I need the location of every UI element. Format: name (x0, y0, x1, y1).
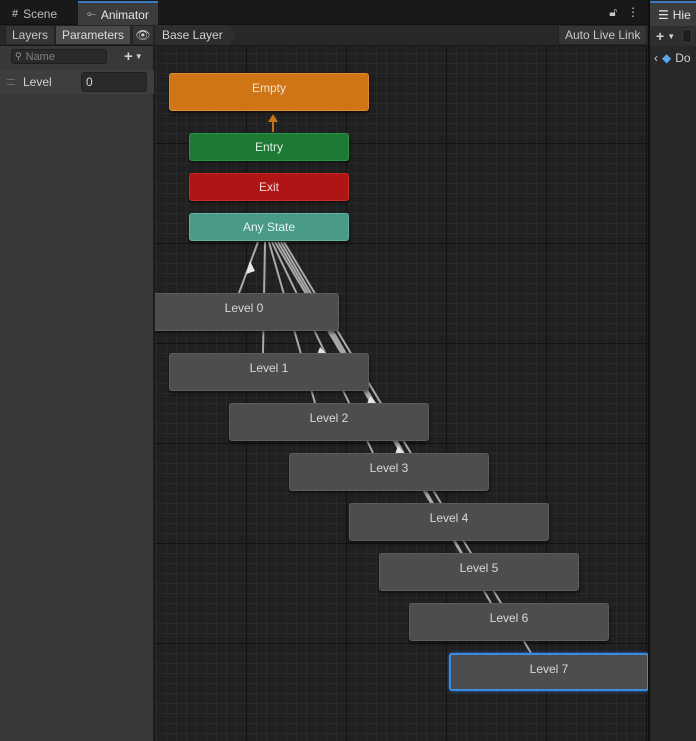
parameter-value-field[interactable]: 0 (81, 72, 147, 92)
eye-icon: 👁︎ (135, 28, 151, 42)
animator-icon: ⟜ (87, 8, 96, 20)
tab-scene-label: Scene (23, 6, 58, 21)
chevron-left-icon[interactable]: ‹ (654, 51, 658, 65)
window-tab-bar: # Scene ⟜ Animator 🔓︎ ⋮ (0, 0, 649, 26)
search-icon: ⚲ (15, 51, 22, 61)
tab-scene[interactable]: # Scene (3, 2, 66, 25)
tab-hierarchy[interactable]: ☰ Hie (650, 1, 696, 26)
state-node-level-6[interactable]: Level 6 (409, 603, 609, 641)
lock-icon[interactable]: 🔓︎ (609, 5, 617, 20)
tab-hierarchy-label: Hie (672, 7, 691, 22)
animator-toolbar: Layers Parameters 👁︎ Base Layer Auto Liv… (0, 25, 649, 46)
state-node-exit[interactable]: Exit (189, 173, 349, 201)
kebab-menu-icon[interactable]: ⋮ (627, 5, 639, 20)
search-placeholder: Name (25, 50, 55, 63)
hierarchy-panel: ☰ Hie + ▼ ‹ ◆ Do (650, 0, 696, 741)
layers-button[interactable]: Layers (5, 25, 56, 45)
tab-tools: 🔓︎ ⋮ (609, 5, 639, 20)
tab-animator[interactable]: ⟜ Animator (78, 1, 158, 26)
entry-to-empty-arrow (268, 114, 278, 132)
state-node-level-0[interactable]: Level 0 (155, 293, 339, 331)
grid-icon: # (12, 7, 19, 20)
state-node-entry[interactable]: Entry (189, 133, 349, 161)
state-node-level-1[interactable]: Level 1 (169, 353, 369, 391)
hierarchy-toolbar: + ▼ (650, 26, 696, 46)
hierarchy-row-label: Do (675, 51, 691, 65)
add-object-button[interactable]: + (656, 28, 664, 44)
parameters-button[interactable]: Parameters (55, 25, 132, 45)
state-node-empty[interactable]: Empty (169, 73, 369, 111)
add-parameter-button[interactable]: + ▼ (124, 48, 143, 65)
drag-handle-icon[interactable] (7, 79, 15, 85)
state-node-level-3[interactable]: Level 3 (289, 453, 489, 491)
tab-animator-label: Animator (100, 7, 149, 22)
plus-icon: + (124, 48, 133, 65)
cube-icon: ◆ (662, 51, 672, 65)
parameter-row[interactable]: Level 0 (0, 70, 154, 94)
state-machine-graph[interactable]: Empty Entry Exit Any State Level 0 Level… (155, 46, 648, 741)
state-node-level-5[interactable]: Level 5 (379, 553, 579, 591)
chevron-down-icon[interactable]: ▼ (667, 32, 675, 41)
list-icon: ☰ (658, 7, 669, 22)
state-node-level-7[interactable]: Level 7 (449, 653, 648, 691)
breadcrumb-base-layer[interactable]: Base Layer (156, 25, 237, 45)
eye-toggle-button[interactable]: 👁︎ (132, 25, 154, 45)
parameter-name: Level (23, 75, 52, 89)
chevron-down-icon: ▼ (134, 52, 143, 61)
parameter-search-input[interactable]: ⚲ Name (11, 49, 107, 64)
state-node-any-state[interactable]: Any State (189, 213, 349, 241)
state-node-level-4[interactable]: Level 4 (349, 503, 549, 541)
auto-live-link-button[interactable]: Auto Live Link (558, 25, 648, 45)
hierarchy-row[interactable]: ‹ ◆ Do (650, 48, 696, 68)
hierarchy-search-input[interactable] (682, 29, 693, 43)
arrow-icon (246, 261, 255, 274)
state-node-level-2[interactable]: Level 2 (229, 403, 429, 441)
parameters-panel: ⚲ Name + ▼ Level 0 (0, 46, 154, 741)
